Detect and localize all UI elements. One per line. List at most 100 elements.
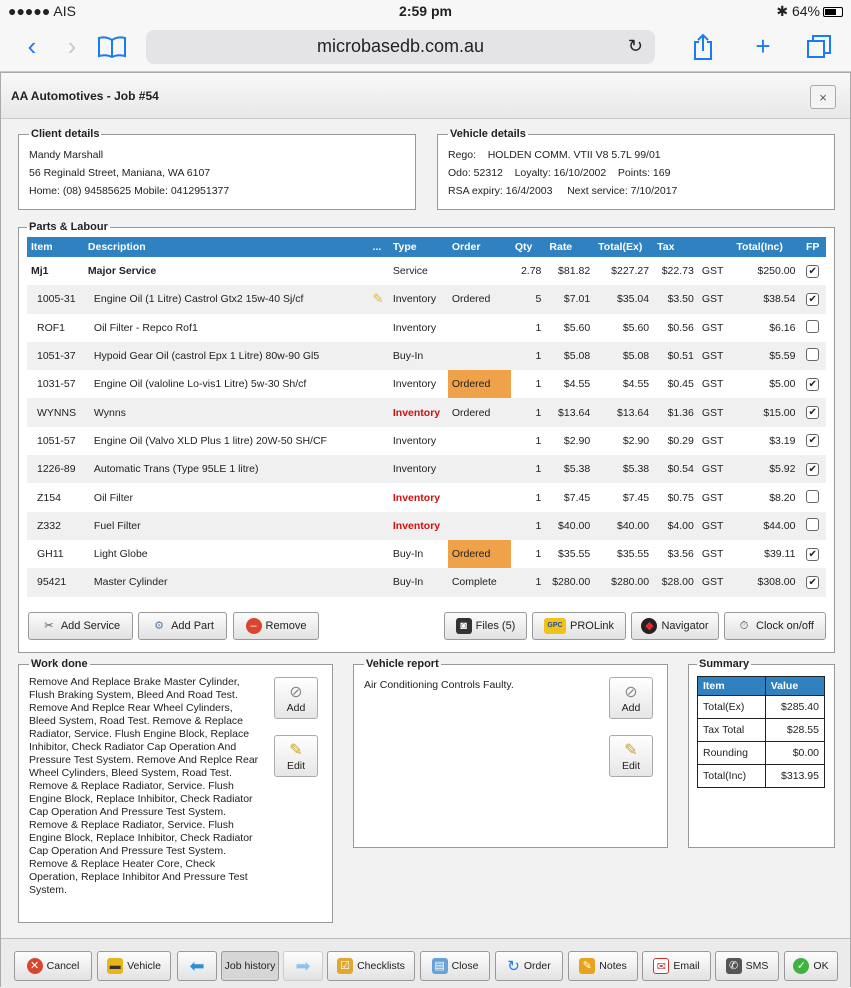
col-total-ex[interactable]: Total(Ex) bbox=[594, 237, 654, 257]
fp-checkbox[interactable] bbox=[806, 319, 820, 333]
cell-rate: $4.55 bbox=[563, 378, 591, 391]
fp-checkbox[interactable]: ✔ bbox=[806, 264, 820, 278]
table-row[interactable]: Mj1 Major Service Service 2.78 $81.82 $227.27… bbox=[27, 257, 826, 285]
table-row[interactable]: 1051-37 Hypoid Gear Oil (castrol Epx 1 Li… bbox=[27, 341, 826, 371]
cell-total-ex: $227.27 bbox=[611, 265, 650, 278]
cell-tax-code: GST bbox=[701, 321, 724, 334]
job-history-button[interactable]: Job history bbox=[221, 951, 279, 981]
fp-checkbox[interactable]: ✔ bbox=[806, 406, 820, 420]
col-total-inc[interactable]: Total(Inc) bbox=[732, 237, 800, 257]
note-icon[interactable]: ✎ bbox=[373, 291, 384, 306]
back-icon[interactable]: ‹ bbox=[12, 27, 52, 67]
table-row[interactable]: 1005-31 Engine Oil (1 Litre) Castrol Gtx2… bbox=[27, 285, 826, 314]
cell-item: WYNNS bbox=[27, 398, 84, 427]
summary-row: Total(Ex) $285.40 bbox=[697, 695, 826, 719]
cell-total-ex: $40.00 bbox=[594, 511, 654, 540]
close-job-button[interactable]: ▤ Close bbox=[420, 951, 490, 981]
files-button[interactable]: ◙ Files (5) bbox=[444, 612, 527, 640]
reload-icon[interactable]: ↻ bbox=[628, 36, 643, 57]
fp-checkbox[interactable] bbox=[806, 517, 820, 531]
notes-button[interactable]: ✎ Notes bbox=[568, 951, 638, 981]
next-job-button[interactable]: ➡ bbox=[283, 951, 323, 981]
cancel-button[interactable]: ✕ Cancel bbox=[14, 951, 92, 981]
col-type[interactable]: Type bbox=[388, 237, 448, 257]
col-order[interactable]: Order bbox=[447, 237, 511, 257]
address-bar[interactable]: microbasedb.com.au ↻ bbox=[146, 29, 655, 64]
tabs-icon[interactable] bbox=[799, 27, 839, 67]
vehicle-details-panel: Vehicle details Rego: HOLDEN COMM. VTII … bbox=[437, 128, 835, 210]
cell-rate: $2.90 bbox=[563, 434, 591, 447]
table-row[interactable]: 1226-89 Automatic Trans (Type 95LE 1 litr… bbox=[27, 455, 826, 484]
cell-order bbox=[447, 341, 511, 371]
parts-labour-legend: Parts & Labour bbox=[29, 221, 108, 233]
fp-checkbox[interactable] bbox=[806, 348, 820, 362]
prolink-button[interactable]: GPC PROLink bbox=[532, 612, 626, 640]
vehicle-report-add-button[interactable]: ⊘ Add bbox=[609, 677, 653, 719]
car-icon: ▬ bbox=[107, 958, 124, 974]
battery-label: 64% bbox=[791, 2, 820, 19]
table-row[interactable]: Z154 Oil Filter Inventory 1 $7.45 $7.45 $0.75 G… bbox=[27, 483, 826, 511]
fp-checkbox[interactable]: ✔ bbox=[806, 377, 820, 391]
cell-total-inc: $3.19 bbox=[769, 434, 796, 447]
forward-icon[interactable]: › bbox=[52, 27, 92, 67]
col-tax[interactable]: Tax bbox=[653, 237, 698, 257]
table-row[interactable]: GH11 Light Globe Buy-In Ordered 1 $35.55 $35.5… bbox=[27, 539, 826, 569]
table-row[interactable]: Z332 Fuel Filter Inventory 1 $40.00 $40.00 $4.… bbox=[27, 511, 826, 540]
cell-item: Z332 bbox=[27, 511, 84, 540]
fp-checkbox[interactable] bbox=[806, 489, 820, 503]
share-icon[interactable] bbox=[683, 27, 723, 67]
col-qty[interactable]: Qty bbox=[510, 237, 546, 257]
summary-legend: Summary bbox=[699, 658, 750, 670]
fp-checkbox[interactable]: ✔ bbox=[806, 292, 820, 306]
cell-type: Inventory bbox=[388, 398, 448, 427]
work-done-edit-button[interactable]: ✎ Edit bbox=[274, 735, 318, 777]
col-fp[interactable]: FP bbox=[799, 237, 826, 257]
new-tab-icon[interactable]: + bbox=[743, 27, 783, 67]
cell-fp: ✔ bbox=[799, 370, 826, 398]
navigator-button[interactable]: ◆ Navigator bbox=[631, 612, 719, 640]
remove-button[interactable]: – Remove bbox=[233, 612, 319, 640]
cell-description: Engine Oil (1 Litre) Castrol Gtx2 15w-40… bbox=[83, 285, 369, 314]
ok-button[interactable]: ✓ OK bbox=[784, 951, 838, 981]
bookmarks-icon[interactable] bbox=[92, 27, 132, 67]
work-done-add-button[interactable]: ⊘ Add bbox=[274, 677, 318, 719]
cell-total-ex: $2.90 bbox=[622, 434, 650, 447]
col-description[interactable]: Description bbox=[83, 237, 369, 257]
checklists-button[interactable]: ☑ Checklists bbox=[327, 951, 415, 981]
fp-checkbox[interactable]: ✔ bbox=[806, 575, 820, 589]
summary-item: Rounding bbox=[697, 741, 766, 765]
cell-description: Wynns bbox=[83, 398, 369, 427]
summary-item: Tax Total bbox=[697, 718, 766, 742]
add-service-button[interactable]: ✂ Add Service bbox=[28, 612, 133, 640]
email-button[interactable]: ✉ Email bbox=[642, 951, 711, 981]
table-row[interactable]: 1051-57 Engine Oil (Valvo XLD Plus 1 litr… bbox=[27, 427, 826, 455]
vehicle-button[interactable]: ▬ Vehicle bbox=[97, 951, 171, 981]
add-part-label: Add Part bbox=[171, 620, 214, 632]
vehicle-report-edit-button[interactable]: ✎ Edit bbox=[609, 735, 653, 777]
cell-rate: $7.45 bbox=[563, 491, 591, 504]
table-row[interactable]: 1031-57 Engine Oil (valoline Lo-vis1 Litr… bbox=[27, 370, 826, 399]
fp-checkbox[interactable]: ✔ bbox=[806, 462, 820, 476]
sms-label: SMS bbox=[745, 960, 769, 972]
table-row[interactable]: WYNNS Wynns Inventory Ordered 1 $13.64 $13.64 $… bbox=[27, 398, 826, 427]
fp-checkbox[interactable]: ✔ bbox=[806, 547, 820, 561]
add-part-button[interactable]: ⚙ Add Part bbox=[138, 612, 227, 640]
close-window-button[interactable]: × bbox=[810, 85, 836, 109]
cell-total-ex: $35.04 bbox=[594, 285, 654, 314]
col-item[interactable]: Item bbox=[27, 237, 84, 257]
col-rate[interactable]: Rate bbox=[545, 237, 595, 257]
clock-on-off-button[interactable]: ⏱ Clock on/off bbox=[724, 612, 826, 640]
notes-label: Notes bbox=[599, 960, 627, 972]
close-label: Close bbox=[451, 960, 479, 972]
table-row[interactable]: ROF1 Oil Filter - Repco Rof1 Inventory 1 $5.… bbox=[27, 314, 826, 342]
sms-button[interactable]: ✆ SMS bbox=[715, 951, 779, 981]
work-done-text[interactable]: Remove And Replace Brake Master Cylinder… bbox=[29, 676, 261, 897]
order-label: Order bbox=[523, 960, 551, 972]
table-row[interactable]: 95421 Master Cylinder Buy-In Complete 1 $280.… bbox=[27, 568, 826, 597]
previous-job-button[interactable]: ⬅ bbox=[177, 951, 217, 981]
summary-panel: Summary Item Value Total(Ex) $285.40 Tax … bbox=[688, 658, 835, 848]
cell-tax-code: GST bbox=[701, 491, 724, 504]
order-button[interactable]: ↻ Order bbox=[495, 951, 563, 981]
col-notes[interactable]: ... bbox=[368, 237, 389, 257]
fp-checkbox[interactable]: ✔ bbox=[806, 434, 820, 448]
